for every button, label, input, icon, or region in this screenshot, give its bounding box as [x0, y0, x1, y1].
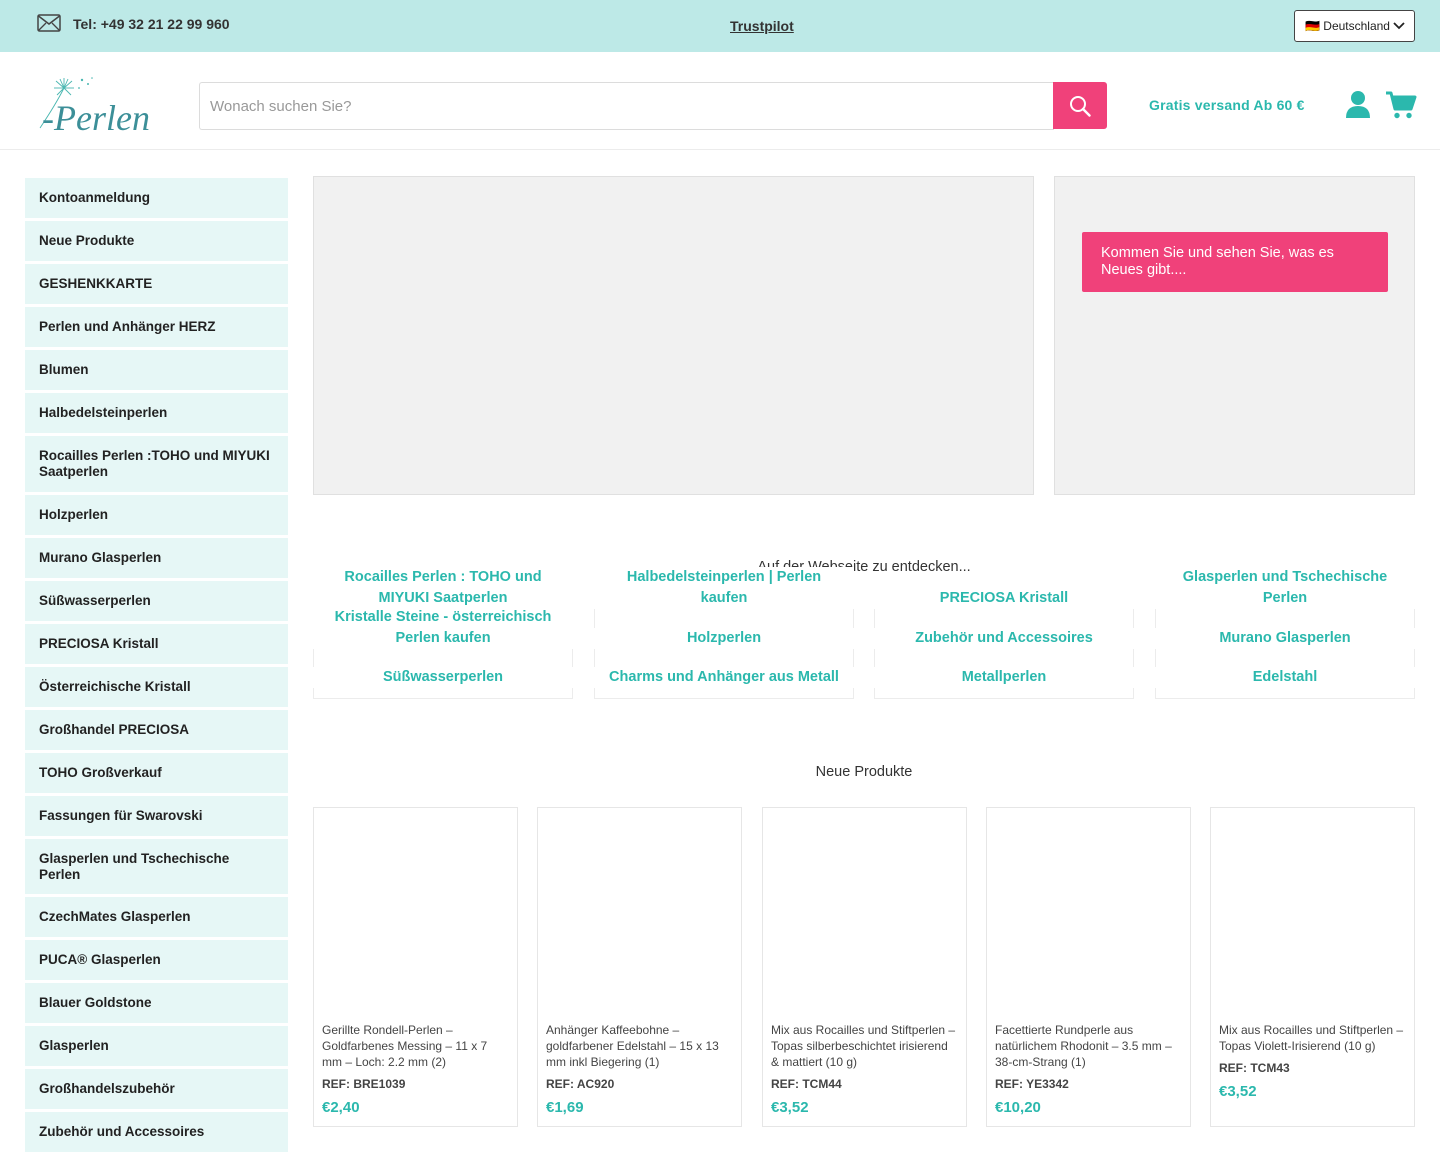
language-select[interactable]: 🇩🇪 Deutschland: [1294, 10, 1415, 42]
sidebar-item-preciosa[interactable]: PRECIOSA Kristall: [25, 624, 288, 667]
sidebar-item-fassungen[interactable]: Fassungen für Swarovski: [25, 796, 288, 839]
product-price: €10,20: [995, 1099, 1041, 1116]
sidebar-item-toho[interactable]: TOHO Großverkauf: [25, 753, 288, 796]
sidebar-item-puca[interactable]: PUCA® Glasperlen: [25, 940, 288, 983]
sidebar-item-tschechische[interactable]: Glasperlen und Tschechische Perlen: [25, 839, 288, 897]
discover-link[interactable]: Halbedelsteinperlen | Perlen kaufen: [594, 567, 854, 609]
sidebar-item-murano[interactable]: Murano Glasperlen: [25, 538, 288, 581]
sidebar-item-herz[interactable]: Perlen und Anhänger HERZ: [25, 307, 288, 350]
site-header: -Perlen Gratis versand Ab 60 €: [0, 52, 1440, 150]
search-input[interactable]: [199, 82, 1054, 130]
search-button[interactable]: [1053, 82, 1107, 129]
discover-link[interactable]: Zubehör und Accessoires: [874, 628, 1134, 649]
dandelion-logo-icon: -Perlen: [39, 77, 150, 138]
product-ref: REF: BRE1039: [322, 1077, 406, 1091]
top-bar: Tel: +49 32 21 22 99 960 Trustpilot 🇩🇪 D…: [0, 0, 1440, 52]
sidebar-item-neue-produkte[interactable]: Neue Produkte: [25, 221, 288, 264]
product-price: €1,69: [546, 1099, 584, 1116]
sidebar-item-suesswasserperlen[interactable]: Süßwasserperlen: [25, 581, 288, 624]
product-name[interactable]: Gerillte Rondell-Perlen – Goldfarbenes M…: [322, 1022, 510, 1070]
product-name[interactable]: Facettierte Rundperle aus natürlichem Rh…: [995, 1022, 1183, 1070]
category-sidebar: Kontoanmeldung Neue Produkte GESHENKKART…: [25, 178, 288, 1155]
product-card[interactable]: Gerillte Rondell-Perlen – Goldfarbenes M…: [313, 807, 518, 1127]
product-card[interactable]: Mix aus Rocailles und Stiftperlen – Topa…: [762, 807, 967, 1127]
product-price: €2,40: [322, 1099, 360, 1116]
discover-link[interactable]: Rocailles Perlen : TOHO und MIYUKI Saatp…: [313, 567, 573, 609]
product-card[interactable]: Facettierte Rundperle aus natürlichem Rh…: [986, 807, 1191, 1127]
product-price: €3,52: [771, 1099, 809, 1116]
product-name[interactable]: Mix aus Rocailles und Stiftperlen – Topa…: [771, 1022, 959, 1070]
discover-link[interactable]: PRECIOSA Kristall: [874, 588, 1134, 609]
sidebar-item-oesterreichische[interactable]: Österreichische Kristall: [25, 667, 288, 710]
discover-link[interactable]: Edelstahl: [1155, 667, 1415, 688]
sidebar-item-zubehoer[interactable]: Zubehör und Accessoires: [25, 1112, 288, 1155]
sidebar-item-grosshandelszubehoer[interactable]: Großhandelszubehör: [25, 1069, 288, 1112]
product-ref: REF: YE3342: [995, 1077, 1069, 1091]
language-select-value: 🇩🇪 Deutschland: [1305, 19, 1390, 33]
new-products-title: Neue Produkte: [815, 764, 913, 780]
product-image[interactable]: [314, 808, 517, 1013]
product-price: €3,52: [1219, 1083, 1257, 1100]
hero-slider[interactable]: [313, 176, 1034, 495]
discover-link[interactable]: Charms und Anhänger aus Metall: [594, 667, 854, 688]
trustpilot-link[interactable]: Trustpilot: [730, 18, 794, 34]
site-logo[interactable]: -Perlen: [34, 74, 168, 138]
discover-link[interactable]: Glasperlen und Tschechische Perlen: [1155, 567, 1415, 609]
sidebar-item-holzperlen[interactable]: Holzperlen: [25, 495, 288, 538]
phone-number[interactable]: Tel: +49 32 21 22 99 960: [73, 16, 230, 32]
sidebar-item-grosshandel-preciosa[interactable]: Großhandel PRECIOSA: [25, 710, 288, 753]
free-shipping-note: Gratis versand Ab 60 €: [1149, 97, 1305, 113]
product-card[interactable]: Anhänger Kaffeebohne – goldfarbener Edel…: [537, 807, 742, 1127]
product-ref: REF: AC920: [546, 1077, 615, 1091]
product-name[interactable]: Mix aus Rocailles und Stiftperlen – Topa…: [1219, 1022, 1407, 1054]
discover-link[interactable]: Murano Glasperlen: [1155, 628, 1415, 649]
discover-link[interactable]: Metallperlen: [874, 667, 1134, 688]
product-image[interactable]: [1211, 808, 1414, 1013]
search-icon: [1070, 96, 1091, 117]
chevron-down-icon: [1393, 22, 1405, 30]
sidebar-item-czechmates[interactable]: CzechMates Glasperlen: [25, 897, 288, 940]
promo-button[interactable]: Kommen Sie und sehen Sie, was es Neues g…: [1082, 232, 1388, 292]
sidebar-item-goldstone[interactable]: Blauer Goldstone: [25, 983, 288, 1026]
cart-icon[interactable]: [1385, 90, 1417, 120]
sidebar-item-geschenkkarte[interactable]: GESHENKKARTE: [25, 264, 288, 307]
product-name[interactable]: Anhänger Kaffeebohne – goldfarbener Edel…: [546, 1022, 734, 1070]
product-image[interactable]: [763, 808, 966, 1013]
discover-link[interactable]: Süßwasserperlen: [313, 667, 573, 688]
logo-text: -Perlen: [42, 98, 150, 134]
product-ref: REF: TCM44: [771, 1077, 842, 1091]
sidebar-item-halbedelsteinperlen[interactable]: Halbedelsteinperlen: [25, 393, 288, 436]
discover-link[interactable]: Kristalle Steine - österreichisch Perlen…: [313, 607, 573, 649]
product-card[interactable]: Mix aus Rocailles und Stiftperlen – Topa…: [1210, 807, 1415, 1127]
sidebar-item-blumen[interactable]: Blumen: [25, 350, 288, 393]
hero-side-banner: Kommen Sie und sehen Sie, was es Neues g…: [1054, 176, 1415, 495]
sidebar-item-kontoanmeldung[interactable]: Kontoanmeldung: [25, 178, 288, 221]
user-icon[interactable]: [1345, 90, 1371, 118]
product-ref: REF: TCM43: [1219, 1061, 1290, 1075]
product-image[interactable]: [987, 808, 1190, 1013]
mail-icon[interactable]: [37, 14, 61, 32]
sidebar-item-glasperlen[interactable]: Glasperlen: [25, 1026, 288, 1069]
discover-link[interactable]: Holzperlen: [594, 628, 854, 649]
product-image[interactable]: [538, 808, 741, 1013]
sidebar-item-rocailles[interactable]: Rocailles Perlen :TOHO und MIYUKI Saatpe…: [25, 436, 288, 495]
